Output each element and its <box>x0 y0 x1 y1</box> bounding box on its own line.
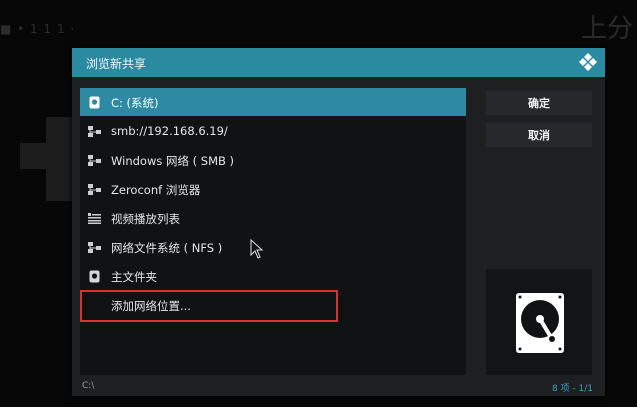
source-item-label: smb://192.168.6.19/ <box>111 124 228 138</box>
source-item-c-drive[interactable]: C: (系统) <box>80 88 466 116</box>
mouse-cursor-icon <box>250 239 264 259</box>
browse-share-dialog: 浏览新共享 C: (系统) smb://192.168.6.19/ Window… <box>72 48 605 396</box>
source-item-label: 网络文件系统 ( NFS ) <box>111 241 223 255</box>
current-path: C:\ <box>82 381 95 391</box>
source-item-windows-network[interactable]: Windows 网络 ( SMB ) <box>80 146 466 174</box>
kodi-logo-icon <box>579 53 597 71</box>
source-item-label: 视频播放列表 <box>111 212 180 226</box>
source-item-smb-address[interactable]: smb://192.168.6.19/ <box>80 117 466 145</box>
source-item-home-folder[interactable]: 主文件夹 <box>80 262 466 290</box>
network-icon <box>88 240 101 254</box>
background-title: 上分 <box>580 14 633 44</box>
source-item-label: C: (系统) <box>111 96 159 110</box>
source-item-label: Windows 网络 ( SMB ) <box>111 154 235 168</box>
background-text: ■ • 1 1 1 · <box>0 22 76 36</box>
playlist-icon <box>88 211 101 225</box>
network-icon <box>88 153 101 167</box>
hard-disk-icon <box>516 293 564 353</box>
network-icon <box>88 182 101 196</box>
drive-icon <box>88 269 101 283</box>
source-item-nfs[interactable]: 网络文件系统 ( NFS ) <box>80 233 466 261</box>
source-item-video-playlist[interactable]: 视频播放列表 <box>80 204 466 232</box>
source-list[interactable]: C: (系统) smb://192.168.6.19/ Windows 网络 (… <box>80 88 466 375</box>
background-plus-shape <box>20 143 80 169</box>
dialog-titlebar: 浏览新共享 <box>72 48 605 77</box>
cancel-button[interactable]: 取消 <box>486 123 592 147</box>
source-item-label: Zeroconf 浏览器 <box>111 183 201 197</box>
dialog-title: 浏览新共享 <box>86 57 147 71</box>
source-item-label: 主文件夹 <box>111 270 157 284</box>
preview-pane <box>486 269 592 375</box>
ok-button[interactable]: 确定 <box>486 91 592 115</box>
source-item-zeroconf[interactable]: Zeroconf 浏览器 <box>80 175 466 203</box>
item-count: 8 项 - 1/1 <box>551 384 593 394</box>
drive-icon <box>88 95 101 109</box>
network-icon <box>88 124 101 138</box>
highlight-annotation <box>80 290 338 322</box>
